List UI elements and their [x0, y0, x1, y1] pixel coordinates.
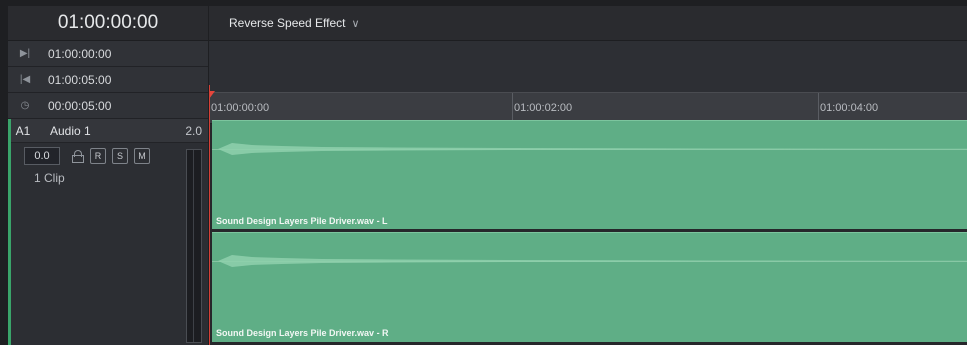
solo-button[interactable]: S: [112, 148, 128, 164]
ruler-tick: [818, 93, 819, 123]
out-point-timecode[interactable]: 01:00:05:00: [48, 73, 111, 87]
waveform-right: [218, 255, 967, 267]
left-panel: 01:00:00:00 ▶| 01:00:00:00 |◀ 01:00:05:0…: [8, 6, 208, 345]
timeline-top-area: [209, 41, 967, 92]
track-name[interactable]: Audio 1: [38, 124, 172, 138]
waveform-left: [218, 143, 967, 155]
clip-label: Sound Design Layers Pile Driver.wav - R: [216, 328, 389, 338]
audio-clip-left[interactable]: Sound Design Layers Pile Driver.wav - L: [212, 120, 967, 230]
mute-button[interactable]: M: [134, 148, 150, 164]
chevron-down-icon: ∨: [351, 17, 360, 30]
effect-selector[interactable]: Reverse Speed Effect ∨: [209, 6, 967, 41]
out-point-row: |◀ 01:00:05:00: [8, 67, 208, 93]
lock-icon[interactable]: [72, 150, 84, 163]
ruler-label: 01:00:00:00: [211, 102, 270, 114]
clip-count: 1 Clip: [34, 171, 65, 185]
track-id: A1: [15, 123, 31, 138]
out-point-icon: |◀: [19, 74, 31, 85]
ruler-label: 01:00:04:00: [820, 102, 879, 114]
ruler-tick: [512, 93, 513, 123]
lock-body: [72, 155, 84, 163]
in-point-timecode[interactable]: 01:00:00:00: [48, 47, 111, 61]
clock-icon: ◷: [20, 100, 30, 111]
master-timecode[interactable]: 01:00:00:00: [8, 6, 208, 41]
in-point-row: ▶| 01:00:00:00: [8, 41, 208, 67]
track-color-bar: [8, 119, 11, 345]
track-header-a1: A1 Audio 1 2.0 0.0 R S M 1 Clip: [8, 119, 208, 345]
clip-label: Sound Design Layers Pile Driver.wav - L: [216, 216, 388, 226]
audio-clip-right[interactable]: Sound Design Layers Pile Driver.wav - R: [212, 232, 967, 342]
track-volume-field[interactable]: 0.0: [24, 147, 60, 165]
in-point-icon: ▶|: [19, 48, 31, 59]
track-title-row: A1 Audio 1 2.0: [8, 119, 208, 143]
audio-level-meter: [186, 149, 202, 343]
duration-timecode[interactable]: 00:00:05:00: [48, 99, 111, 113]
duration-row: ◷ 00:00:05:00: [8, 93, 208, 119]
playhead-line[interactable]: [209, 85, 210, 345]
ruler-label: 01:00:02:00: [514, 102, 573, 114]
record-button[interactable]: R: [90, 148, 106, 164]
effect-label: Reverse Speed Effect: [229, 16, 346, 30]
track-controls: 0.0 R S M: [8, 143, 208, 169]
track-format: 2.0: [185, 123, 202, 138]
